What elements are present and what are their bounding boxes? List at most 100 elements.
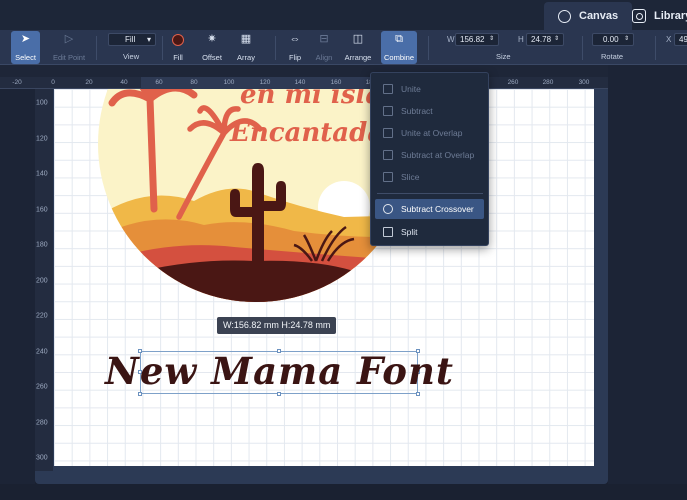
artwork-title-top: en mi isla bbox=[240, 89, 382, 110]
ruler-tick: 20 bbox=[85, 79, 93, 86]
flip-icon: ⇔ bbox=[289, 33, 301, 45]
ruler-tick: 260 bbox=[36, 383, 48, 391]
x-value: 49. bbox=[679, 35, 687, 44]
ruler-tick: 120 bbox=[259, 79, 271, 86]
subtract-crossover-icon bbox=[383, 204, 393, 214]
menu-item-slice[interactable]: Slice bbox=[375, 167, 484, 187]
ruler-tick: 300 bbox=[578, 79, 590, 86]
height-value: 24.78 bbox=[531, 35, 552, 44]
offset-label: Offset bbox=[202, 53, 222, 62]
combine-icon: ⧉ bbox=[395, 33, 403, 45]
tab-library[interactable]: Library bbox=[618, 2, 687, 30]
toolbar-divider bbox=[162, 36, 163, 60]
subtract-at-overlap-icon bbox=[383, 150, 393, 160]
ruler-tick: 40 bbox=[120, 79, 128, 86]
x-input[interactable]: 49. bbox=[674, 33, 687, 46]
toolbar-divider bbox=[428, 36, 429, 60]
combine-button[interactable]: ⧉ Combine bbox=[381, 31, 417, 64]
view-select-value: Fill bbox=[125, 35, 136, 44]
menu-item-subtract-crossover[interactable]: Subtract Crossover bbox=[375, 199, 484, 219]
menu-item-unite-at-overlap[interactable]: Unite at Overlap bbox=[375, 123, 484, 143]
menu-item-label: Split bbox=[401, 227, 418, 237]
slice-icon bbox=[383, 172, 393, 182]
menu-item-label: Unite at Overlap bbox=[401, 128, 463, 138]
right-margin bbox=[608, 65, 687, 500]
unite-icon bbox=[383, 84, 393, 94]
ruler-tick: 160 bbox=[330, 79, 342, 86]
ruler-tick: 280 bbox=[36, 419, 48, 427]
menu-item-subtract[interactable]: Subtract bbox=[375, 101, 484, 121]
ground bbox=[98, 260, 414, 302]
align-icon: ⊟ bbox=[319, 33, 329, 45]
chevron-down-icon: ▾ bbox=[146, 35, 151, 44]
ruler-tick: 260 bbox=[507, 79, 519, 86]
ruler-tick: 200 bbox=[36, 277, 48, 285]
rotate-value: 0.00 bbox=[603, 35, 619, 44]
design-text[interactable]: New Mama Font bbox=[105, 348, 453, 394]
ruler-tick: 280 bbox=[542, 79, 554, 86]
view-select[interactable]: Fill ▾ bbox=[108, 33, 156, 46]
ruler-horizontal: -20 0 20 40 60 80 100 120 140 160 180 20… bbox=[0, 77, 687, 89]
artwork-layer: en mi isla Encantada bbox=[54, 89, 594, 466]
ruler-tick: 80 bbox=[190, 79, 198, 86]
ruler-tick: 100 bbox=[223, 79, 235, 86]
toolbar-divider bbox=[655, 36, 656, 60]
menu-item-subtract-at-overlap[interactable]: Subtract at Overlap bbox=[375, 145, 484, 165]
select-label: Select bbox=[15, 53, 36, 62]
toolbar-divider bbox=[275, 36, 276, 60]
ruler-tick: 300 bbox=[36, 454, 48, 462]
ruler-tick: 60 bbox=[155, 79, 163, 86]
stepper-icon: ⇕ bbox=[553, 36, 559, 42]
ruler-tick: 140 bbox=[36, 170, 48, 178]
ruler-tick: 240 bbox=[36, 348, 48, 356]
offset-icon: ✷ bbox=[207, 33, 217, 45]
array-button[interactable]: ▦ Array bbox=[233, 31, 259, 64]
toolbar-divider bbox=[96, 36, 97, 60]
menu-divider bbox=[377, 193, 483, 194]
stepper-icon: ⇕ bbox=[623, 36, 629, 42]
width-prefix: W bbox=[447, 35, 455, 44]
width-value: 156.82 bbox=[460, 35, 485, 44]
x-prefix: X bbox=[666, 35, 672, 44]
align-label: Align bbox=[315, 53, 333, 62]
arrange-button[interactable]: ◫ Arrange bbox=[343, 31, 373, 64]
edit-point-button[interactable]: ▷ Edit Point bbox=[48, 31, 90, 64]
ruler-vertical: 100 120 140 160 180 200 220 240 260 280 … bbox=[35, 89, 53, 471]
menu-item-split[interactable]: Split bbox=[375, 222, 484, 242]
artwork-title-bottom: Encantada bbox=[229, 118, 384, 148]
left-margin bbox=[0, 89, 35, 500]
ruler-tick: 120 bbox=[36, 135, 48, 143]
height-prefix: H bbox=[518, 35, 524, 44]
width-input[interactable]: 156.82 ⇕ bbox=[455, 33, 499, 46]
flip-label: Flip bbox=[288, 53, 302, 62]
library-icon bbox=[632, 9, 646, 23]
edit-point-icon: ▷ bbox=[64, 33, 74, 45]
flip-button[interactable]: ⇔ Flip bbox=[284, 31, 306, 64]
ruler-tick: 220 bbox=[36, 312, 48, 320]
select-tool-button[interactable]: ➤ Select bbox=[11, 31, 40, 64]
fill-label: Fill bbox=[173, 53, 183, 62]
toolbar: ➤ Select ▷ Edit Point Fill ▾ View Fill ✷… bbox=[0, 30, 687, 65]
height-input[interactable]: 24.78 ⇕ bbox=[526, 33, 564, 46]
menu-item-label: Unite bbox=[401, 84, 421, 94]
rotate-input[interactable]: 0.00 ⇕ bbox=[592, 33, 634, 46]
cursor-icon: ➤ bbox=[20, 33, 31, 45]
arrange-icon: ◫ bbox=[352, 33, 364, 45]
view-label: View bbox=[123, 52, 140, 61]
toolbar-gap bbox=[0, 65, 687, 77]
offset-button[interactable]: ✷ Offset bbox=[199, 31, 225, 64]
ruler-tick: 160 bbox=[36, 206, 48, 214]
subtract-icon bbox=[383, 106, 393, 116]
rotate-label: Rotate bbox=[601, 52, 624, 61]
menu-item-unite[interactable]: Unite bbox=[375, 79, 484, 99]
canvas-icon bbox=[558, 9, 571, 23]
align-button[interactable]: ⊟ Align bbox=[313, 31, 335, 64]
toolbar-divider bbox=[582, 36, 583, 60]
menu-item-label: Subtract bbox=[401, 106, 433, 116]
desert-sunset-artwork[interactable]: en mi isla Encantada bbox=[54, 89, 594, 466]
app-window: Canvas Library ➤ Select ▷ Edit Point Fil… bbox=[0, 0, 687, 500]
fill-button[interactable]: Fill bbox=[167, 31, 189, 64]
unite-at-overlap-icon bbox=[383, 128, 393, 138]
ruler-tick: 180 bbox=[36, 241, 48, 249]
combine-label: Combine bbox=[384, 53, 415, 62]
